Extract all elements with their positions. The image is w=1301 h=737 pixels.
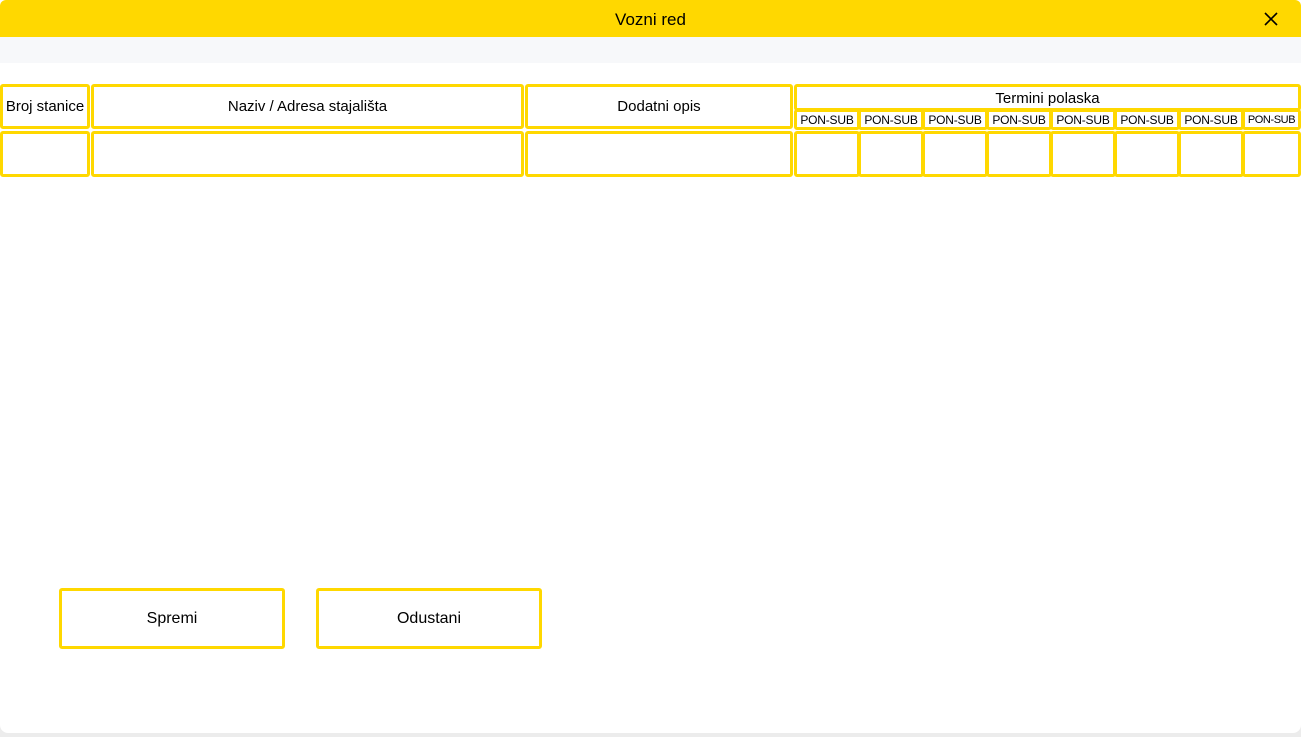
save-button[interactable]: Spremi (59, 588, 285, 649)
cell-termin[interactable] (1242, 131, 1301, 177)
day-header: PON-SUB (986, 109, 1052, 130)
day-header-label: PON-SUB (1120, 112, 1174, 127)
cell-dodatni-opis[interactable] (525, 131, 793, 177)
header-dodatni-opis-label: Dodatni opis (617, 97, 701, 115)
day-header-label: PON-SUB (1184, 112, 1238, 127)
cell-termin[interactable] (922, 131, 988, 177)
day-header: PON-SUB (794, 109, 860, 130)
day-header-label: PON-SUB (1247, 113, 1296, 126)
header-naziv: Naziv / Adresa stajališta (91, 84, 524, 129)
day-header-label: PON-SUB (864, 112, 918, 127)
day-header-label: PON-SUB (800, 112, 854, 127)
dialog-title: Vozni red (615, 10, 686, 29)
header-broj-stanice: Broj stanice (0, 84, 90, 129)
cancel-button[interactable]: Odustani (316, 588, 542, 649)
day-header-label: PON-SUB (992, 112, 1046, 127)
day-header: PON-SUB (1050, 109, 1116, 130)
title-bar: Vozni red (0, 0, 1301, 37)
header-termini-polaska: Termini polaska (794, 84, 1301, 111)
header-termini-polaska-label: Termini polaska (995, 90, 1100, 107)
cell-termin[interactable] (1050, 131, 1116, 177)
header-dodatni-opis: Dodatni opis (525, 84, 793, 129)
day-header: PON-SUB (1114, 109, 1180, 130)
cell-termin[interactable] (794, 131, 860, 177)
day-header-label: PON-SUB (928, 112, 982, 127)
timetable-dialog: Vozni red Broj stanice Naziv / Adresa st… (0, 0, 1301, 733)
cell-termin[interactable] (1114, 131, 1180, 177)
cell-termin[interactable] (858, 131, 924, 177)
header-broj-stanice-label: Broj stanice (5, 97, 85, 115)
cell-termin[interactable] (1178, 131, 1244, 177)
day-header: PON-SUB (1178, 109, 1244, 130)
day-header: PON-SUB (858, 109, 924, 130)
day-header-label: PON-SUB (1056, 112, 1110, 127)
cell-termin[interactable] (986, 131, 1052, 177)
cell-broj-stanice[interactable] (0, 131, 90, 177)
close-icon[interactable] (1261, 9, 1281, 29)
header-naziv-label: Naziv / Adresa stajališta (227, 97, 388, 115)
cell-naziv[interactable] (91, 131, 524, 177)
day-header: PON-SUB (1242, 109, 1301, 130)
day-header: PON-SUB (922, 109, 988, 130)
toolbar-strip (0, 37, 1301, 63)
